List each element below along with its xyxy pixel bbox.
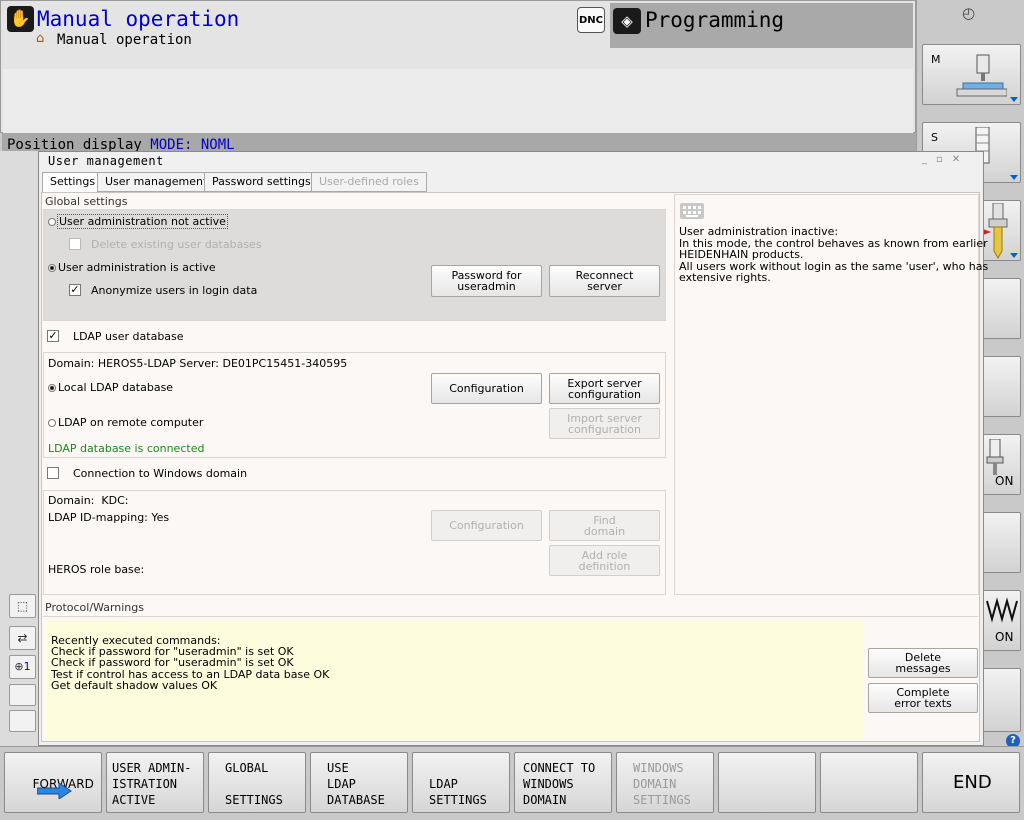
softkey-empty-bottom-1[interactable] <box>718 752 816 813</box>
coolant-on-label: ON <box>995 474 1014 488</box>
home-icon: ⌂ <box>36 31 45 46</box>
workspace-counter: 1 <box>23 660 31 673</box>
machine-table-icon <box>956 54 1007 97</box>
radio-user-admin-active[interactable] <box>48 264 56 272</box>
softkey-ldap-settings[interactable]: LDAP SETTINGS <box>412 752 510 813</box>
dnc-button[interactable]: DNC <box>577 7 605 33</box>
checkbox-windows-domain[interactable] <box>47 467 59 479</box>
softkey-global-settings[interactable]: GLOBAL SETTINGS <box>208 752 306 813</box>
left-empty-button-1[interactable] <box>9 684 36 706</box>
label-ldap-remote: LDAP on remote computer <box>58 416 204 429</box>
info-text: User administration inactive: In this mo… <box>679 225 989 284</box>
ldap-configuration-button[interactable]: Configuration <box>431 373 542 404</box>
label-delete-databases: Delete existing user databases <box>91 238 262 251</box>
frame-icon[interactable]: ⬚ <box>9 594 36 618</box>
coolant-tool-icon <box>986 439 1004 475</box>
window-controls[interactable]: _▫✕ <box>922 154 969 165</box>
softkey-use-ldap-database[interactable]: USE LDAP DATABASE <box>310 752 408 813</box>
ldap-domain-line: Domain: HEROS5-LDAP Server: DE01PC15451-… <box>48 357 348 370</box>
softkey-s-label: S <box>931 131 938 144</box>
softkey-m[interactable]: M <box>922 44 1021 105</box>
softkey-connect-windows-domain[interactable]: CONNECT TO WINDOWS DOMAIN <box>514 752 612 813</box>
windows-domain-line: Domain: KDC: <box>48 494 129 507</box>
tab-user-defined-roles: User-defined roles <box>311 172 427 192</box>
softkey-forward[interactable]: FORWARD <box>4 752 102 813</box>
windows-configuration-button: Configuration <box>431 510 542 541</box>
label-user-admin-not-active: User administration not active <box>57 214 228 229</box>
radio-user-admin-not-active[interactable] <box>48 218 56 226</box>
label-ldap-user-database: LDAP user database <box>73 330 184 343</box>
left-empty-button-2[interactable] <box>9 710 36 732</box>
workspace-icon[interactable]: ⊕1 <box>9 655 36 679</box>
ldap-status: LDAP database is connected <box>48 442 205 455</box>
checkbox-ldap-user-database[interactable]: ✓ <box>47 330 59 342</box>
wave-icon <box>986 597 1018 623</box>
protocol-warnings-label: Protocol/Warnings <box>45 601 144 614</box>
protocol-text: Recently executed commands: Check if pas… <box>51 634 330 692</box>
softkey-windows-domain-settings: WINDOWS DOMAIN SETTINGS <box>616 752 714 813</box>
radio-ldap-remote[interactable] <box>48 419 56 427</box>
feed-on-label: ON <box>995 630 1014 644</box>
hand-icon: ✋ <box>7 6 34 32</box>
label-local-ldap: Local LDAP database <box>58 381 174 394</box>
programming-icon: ◈ <box>613 8 641 34</box>
softkey-user-admin-active[interactable]: USER ADMIN- ISTRATION ACTIVE <box>106 752 204 813</box>
windows-id-mapping: LDAP ID-mapping: Yes <box>48 511 170 524</box>
keyboard-icon[interactable] <box>680 203 704 219</box>
label-user-admin-active: User administration is active <box>58 261 216 274</box>
delete-messages-button[interactable]: Delete messages <box>868 648 978 678</box>
softkey-m-label: M <box>931 53 941 66</box>
checkbox-anonymize[interactable]: ✓ <box>69 284 81 296</box>
add-role-definition-button: Add role definition <box>549 545 660 576</box>
checkbox-delete-databases <box>69 238 81 250</box>
arrow-right-icon <box>37 783 72 799</box>
find-domain-button: Find domain <box>549 510 660 541</box>
complete-error-texts-button[interactable]: Complete error texts <box>868 683 978 713</box>
reconnect-server-button[interactable]: Reconnect server <box>549 265 660 297</box>
tab-password-settings[interactable]: Password settings <box>204 172 319 192</box>
tab-settings[interactable]: Settings <box>42 172 104 193</box>
radio-local-ldap[interactable] <box>48 384 56 392</box>
programming-title: Programming <box>645 8 785 32</box>
label-windows-domain: Connection to Windows domain <box>73 467 248 480</box>
dialog-title: User management <box>48 154 164 168</box>
label-anonymize: Anonymize users in login data <box>91 284 258 297</box>
clock-icon: ◴ <box>962 4 976 22</box>
windows-role-base: HEROS role base: <box>48 563 145 576</box>
tab-user-management[interactable]: User management <box>97 172 216 192</box>
import-server-configuration-button: Import server configuration <box>549 408 660 439</box>
mode-subtitle: Manual operation <box>57 32 192 48</box>
global-settings-label: Global settings <box>45 195 128 208</box>
windows-box <box>43 490 666 595</box>
password-for-useradmin-button[interactable]: Password for useradmin <box>431 265 542 297</box>
softkey-end[interactable]: END <box>922 752 1020 813</box>
softkey-empty-bottom-2[interactable] <box>820 752 918 813</box>
transfer-icon[interactable]: ⇄ <box>9 626 36 650</box>
export-server-configuration-button[interactable]: Export server configuration <box>549 373 660 404</box>
mode-title: Manual operation <box>37 7 240 31</box>
